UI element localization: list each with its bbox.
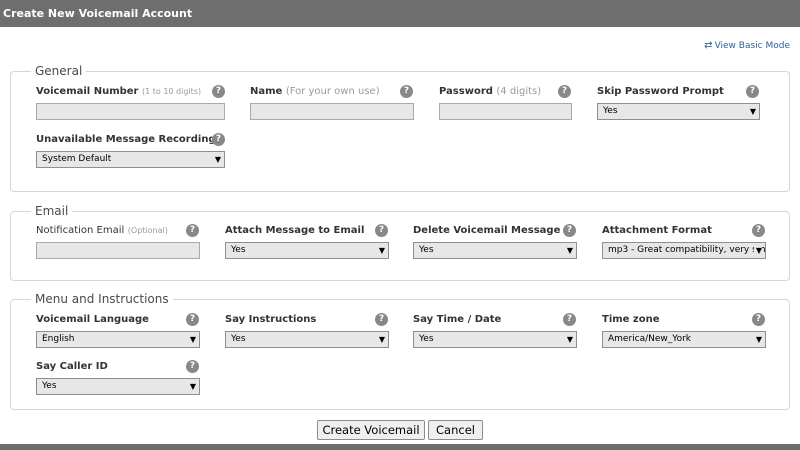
help-icon[interactable]: ? <box>558 85 571 98</box>
notification-email-label: Notification Email (Optional) <box>36 225 168 237</box>
help-icon[interactable]: ? <box>746 85 759 98</box>
voicemail-number-label-text: Voicemail Number <box>36 86 139 97</box>
attach-message-select[interactable]: Yes ▼ <box>225 242 389 259</box>
menu-instructions-legend: Menu and Instructions <box>31 292 173 306</box>
name-input[interactable] <box>250 103 414 120</box>
help-icon[interactable]: ? <box>563 313 576 326</box>
unavailable-recording-label: Unavailable Message Recording <box>36 134 216 145</box>
voicemail-language-value: English <box>42 334 75 344</box>
chevron-down-icon: ▼ <box>747 104 756 119</box>
chevron-down-icon: ▼ <box>564 332 573 347</box>
notification-email-hint: (Optional) <box>127 226 168 235</box>
say-instructions-label: Say Instructions <box>225 314 317 325</box>
say-time-date-select[interactable]: Yes ▼ <box>413 331 577 348</box>
time-zone-label: Time zone <box>602 314 660 325</box>
help-icon[interactable]: ? <box>752 313 765 326</box>
attach-message-label: Attach Message to Email <box>225 225 365 236</box>
help-icon[interactable]: ? <box>563 224 576 237</box>
help-icon[interactable]: ? <box>212 133 225 146</box>
say-instructions-select[interactable]: Yes ▼ <box>225 331 389 348</box>
dialog-title: Create New Voicemail Account <box>0 0 800 27</box>
chevron-down-icon: ▼ <box>187 332 196 347</box>
attach-message-value: Yes <box>231 245 246 255</box>
email-legend: Email <box>31 204 73 218</box>
password-label-text: Password <box>439 86 493 97</box>
voicemail-number-input[interactable] <box>36 103 225 120</box>
voicemail-language-select[interactable]: English ▼ <box>36 331 200 348</box>
delete-voicemail-label: Delete Voicemail Message <box>413 225 561 236</box>
switch-arrows-icon: ⇄ <box>704 40 713 51</box>
chevron-down-icon: ▼ <box>187 379 196 394</box>
chevron-down-icon: ▼ <box>212 152 221 167</box>
unavailable-recording-value: System Default <box>42 154 112 164</box>
help-icon[interactable]: ? <box>375 224 388 237</box>
password-label: Password (4 digits) <box>439 86 541 98</box>
help-icon[interactable]: ? <box>212 85 225 98</box>
password-hint: (4 digits) <box>496 86 542 97</box>
help-icon[interactable]: ? <box>400 85 413 98</box>
skip-password-label: Skip Password Prompt <box>597 86 724 97</box>
delete-voicemail-value: Yes <box>419 245 434 255</box>
create-voicemail-button[interactable]: Create Voicemail <box>317 420 425 440</box>
password-input[interactable] <box>439 103 572 120</box>
say-caller-id-select[interactable]: Yes ▼ <box>36 378 200 395</box>
dialog-bottom-border <box>0 444 800 450</box>
time-zone-value: America/New_York <box>608 334 692 344</box>
say-time-date-value: Yes <box>419 334 434 344</box>
skip-password-value: Yes <box>603 106 618 116</box>
help-icon[interactable]: ? <box>375 313 388 326</box>
chevron-down-icon: ▼ <box>376 243 385 258</box>
general-legend: General <box>31 64 87 78</box>
name-label-text: Name <box>250 86 283 97</box>
attachment-format-select[interactable]: mp3 - Great compatibility, very sm ▼ <box>602 242 766 259</box>
help-icon[interactable]: ? <box>186 224 199 237</box>
general-section: General Voicemail Number (1 to 10 digits… <box>10 64 790 192</box>
voicemail-language-label: Voicemail Language <box>36 314 149 325</box>
chevron-down-icon: ▼ <box>753 332 762 347</box>
help-icon[interactable]: ? <box>186 360 199 373</box>
attachment-format-value: mp3 - Great compatibility, very sm <box>608 245 766 255</box>
say-instructions-value: Yes <box>231 334 246 344</box>
voicemail-number-label: Voicemail Number (1 to 10 digits) <box>36 86 201 98</box>
help-icon[interactable]: ? <box>186 313 199 326</box>
time-zone-select[interactable]: America/New_York ▼ <box>602 331 766 348</box>
skip-password-select[interactable]: Yes ▼ <box>597 103 760 120</box>
chevron-down-icon: ▼ <box>753 243 762 258</box>
notification-email-input[interactable] <box>36 242 200 259</box>
email-section: Email Notification Email (Optional) ? At… <box>10 204 790 281</box>
menu-instructions-section: Menu and Instructions Voicemail Language… <box>10 292 790 410</box>
view-basic-mode-link[interactable]: ⇄ View Basic Mode <box>704 40 790 51</box>
attachment-format-label: Attachment Format <box>602 225 712 236</box>
notification-email-label-text: Notification Email <box>36 225 125 236</box>
cancel-button[interactable]: Cancel <box>428 420 483 440</box>
say-caller-id-value: Yes <box>42 381 57 391</box>
chevron-down-icon: ▼ <box>376 332 385 347</box>
say-caller-id-label: Say Caller ID <box>36 361 108 372</box>
say-time-date-label: Say Time / Date <box>413 314 502 325</box>
help-icon[interactable]: ? <box>752 224 765 237</box>
unavailable-recording-select[interactable]: System Default ▼ <box>36 151 225 168</box>
view-basic-mode-label: View Basic Mode <box>714 41 790 51</box>
voicemail-number-hint: (1 to 10 digits) <box>141 87 202 96</box>
delete-voicemail-select[interactable]: Yes ▼ <box>413 242 577 259</box>
name-label: Name (For your own use) <box>250 86 380 98</box>
name-hint: (For your own use) <box>285 86 380 97</box>
chevron-down-icon: ▼ <box>564 243 573 258</box>
